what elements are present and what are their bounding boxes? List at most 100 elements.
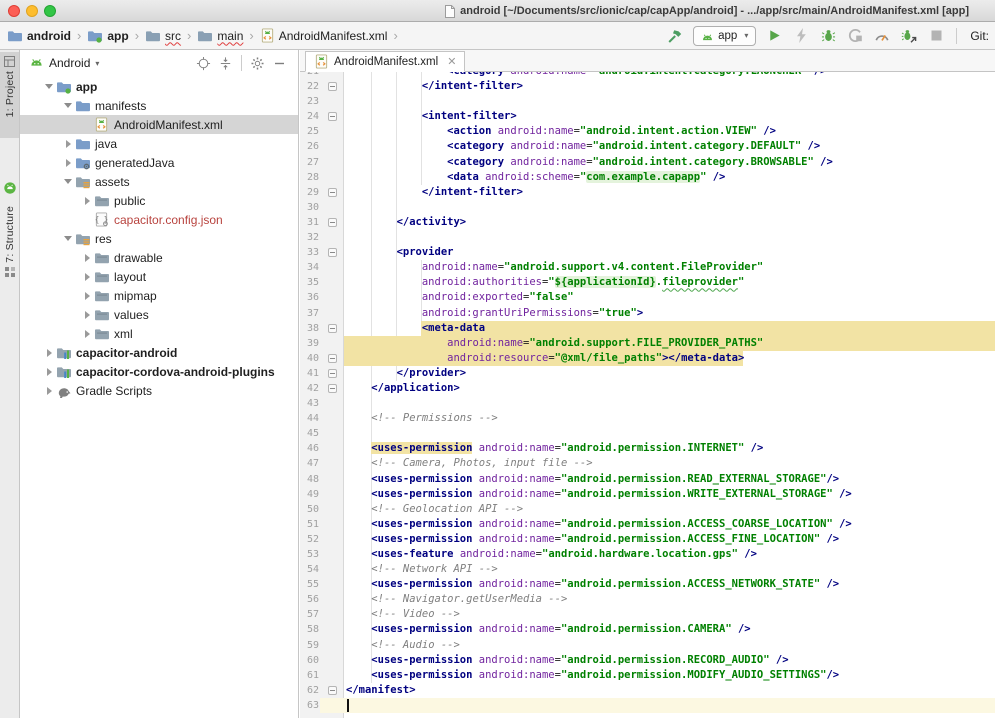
code-text[interactable]: <!-- Network API --> [344, 562, 498, 577]
tree-collapse-arrow[interactable] [42, 84, 56, 89]
tree-expand-arrow[interactable] [80, 197, 94, 205]
code-text[interactable]: <uses-permission android:name="android.p… [344, 532, 839, 547]
code-text[interactable]: </activity> [344, 215, 466, 230]
fold-marker[interactable] [319, 683, 344, 698]
code-text[interactable]: <category android:name="android.intent.c… [344, 139, 820, 154]
code-text[interactable] [344, 396, 346, 411]
code-text[interactable]: <uses-permission android:name="android.p… [344, 441, 763, 456]
code-text[interactable]: <uses-permission android:name="android.p… [344, 472, 839, 487]
run-button[interactable] [765, 27, 783, 45]
code-text[interactable]: <action android:name="android.intent.act… [344, 124, 776, 139]
code-text[interactable]: <!-- Permissions --> [344, 411, 498, 426]
code-text[interactable]: <category android:name="android.intent.c… [344, 155, 833, 170]
code-text[interactable]: <category android:name="android.intent.c… [344, 72, 826, 79]
code-text[interactable]: <uses-permission android:name="android.p… [344, 487, 852, 502]
code-text[interactable]: </provider> [344, 366, 466, 381]
code-text[interactable]: <!-- Camera, Photos, input file --> [344, 456, 593, 471]
tree-item-capacitor-cordova-android-plugins[interactable]: capacitor-cordova-android-plugins [20, 362, 298, 381]
code-text[interactable]: <!-- Audio --> [344, 638, 460, 653]
code-text[interactable]: <!-- Geolocation API --> [344, 502, 523, 517]
attach-debugger[interactable] [900, 27, 918, 45]
close-window-button[interactable] [8, 5, 20, 17]
tree-expand-arrow[interactable] [42, 368, 56, 376]
gear-icon[interactable] [249, 55, 266, 72]
git-branch-widget[interactable]: Git: [970, 29, 989, 43]
tree-expand-arrow[interactable] [61, 140, 75, 148]
breadcrumb-item-android[interactable]: android [7, 29, 71, 43]
fold-marker[interactable] [319, 351, 344, 366]
tool-button-structure[interactable]: 7: Structure [0, 202, 19, 302]
code-text[interactable]: </application> [344, 381, 460, 396]
code-text[interactable]: android:name="android.support.FILE_PROVI… [344, 336, 763, 351]
build-hammer[interactable] [666, 27, 684, 45]
tree-expand-arrow[interactable] [80, 254, 94, 262]
tree-item-layout[interactable]: layout [20, 267, 298, 286]
code-text[interactable]: </intent-filter> [344, 79, 523, 94]
tree-item-public[interactable]: public [20, 191, 298, 210]
tree-collapse-arrow[interactable] [61, 236, 75, 241]
code-text[interactable] [344, 426, 346, 441]
tree-expand-arrow[interactable] [80, 273, 94, 281]
tree-collapse-arrow[interactable] [61, 103, 75, 108]
fold-marker[interactable] [319, 79, 344, 94]
tree-item-androidmanifest-xml[interactable]: AndroidManifest.xml [20, 115, 298, 134]
breadcrumb-item-androidmanifest.xml[interactable]: AndroidManifest.xml [260, 28, 388, 43]
fold-marker[interactable] [319, 366, 344, 381]
tree-item-capacitor-android[interactable]: capacitor-android [20, 343, 298, 362]
tree-item-capacitor-config-json[interactable]: { }capacitor.config.json [20, 210, 298, 229]
breadcrumb-item-main[interactable]: main [197, 29, 243, 43]
code-text[interactable]: android:authorities="${applicationId}.fi… [344, 275, 744, 290]
code-text[interactable]: <meta-data [344, 321, 485, 336]
close-tab-icon[interactable]: ✕ [447, 55, 456, 68]
code-text[interactable]: android:grantUriPermissions="true"> [344, 306, 643, 321]
tree-expand-arrow[interactable] [42, 387, 56, 395]
tab-androidmanifest[interactable]: AndroidManifest.xml ✕ [305, 51, 465, 72]
fold-marker[interactable] [319, 215, 344, 230]
code-text[interactable]: <uses-permission android:name="android.p… [344, 622, 751, 637]
code-viewport[interactable]: 21 <category android:name="android.inten… [300, 72, 995, 718]
tool-button-project[interactable]: 1: Project [0, 52, 19, 138]
code-text[interactable]: android:resource="@xml/file_paths"></met… [344, 351, 744, 366]
code-text[interactable]: <intent-filter> [344, 109, 517, 124]
code-text[interactable]: <!-- Navigator.getUserMedia --> [344, 592, 567, 607]
code-text[interactable]: <uses-permission android:name="android.p… [344, 668, 839, 683]
locate-file-button[interactable] [195, 55, 212, 72]
tree-collapse-arrow[interactable] [61, 179, 75, 184]
tree-expand-arrow[interactable] [80, 330, 94, 338]
tree-expand-arrow[interactable] [80, 292, 94, 300]
code-text[interactable]: android:name="android.support.v4.content… [344, 260, 763, 275]
tree-item-xml[interactable]: xml [20, 324, 298, 343]
code-text[interactable]: android:exported="false" [344, 290, 574, 305]
breadcrumb-item-app[interactable]: app [87, 29, 128, 43]
code-text[interactable]: <data android:scheme="com.example.capapp… [344, 170, 725, 185]
code-text[interactable]: <!-- Video --> [344, 607, 460, 622]
tree-expand-arrow[interactable] [80, 311, 94, 319]
tree-item-generatedjava[interactable]: generatedJava [20, 153, 298, 172]
zoom-window-button[interactable] [44, 5, 56, 17]
tree-expand-arrow[interactable] [42, 349, 56, 357]
tree-item-app[interactable]: app [20, 77, 298, 96]
code-text[interactable]: <provider [344, 245, 453, 260]
code-text[interactable] [344, 200, 346, 215]
code-text[interactable] [344, 94, 346, 109]
fold-marker[interactable] [319, 245, 344, 260]
code-text[interactable]: <uses-permission android:name="android.p… [344, 517, 852, 532]
tree-item-mipmap[interactable]: mipmap [20, 286, 298, 305]
collapse-all-button[interactable] [217, 55, 234, 72]
minimize-window-button[interactable] [26, 5, 38, 17]
hide-panel-button[interactable] [271, 55, 288, 72]
green-android-icon[interactable] [3, 181, 17, 195]
tree-item-java[interactable]: java [20, 134, 298, 153]
profiler-button[interactable] [873, 27, 891, 45]
fold-marker[interactable] [319, 109, 344, 124]
code-text[interactable]: <uses-feature android:name="android.hard… [344, 547, 757, 562]
tree-item-drawable[interactable]: drawable [20, 248, 298, 267]
code-text[interactable]: </intent-filter> [344, 185, 523, 200]
tree-item-gradle-scripts[interactable]: Gradle Scripts [20, 381, 298, 400]
fold-marker[interactable] [319, 185, 344, 200]
code-text[interactable] [344, 230, 346, 245]
fold-marker[interactable] [319, 381, 344, 396]
code-text[interactable] [344, 698, 346, 713]
tree-expand-arrow[interactable] [61, 159, 75, 167]
tree-item-assets[interactable]: assets [20, 172, 298, 191]
